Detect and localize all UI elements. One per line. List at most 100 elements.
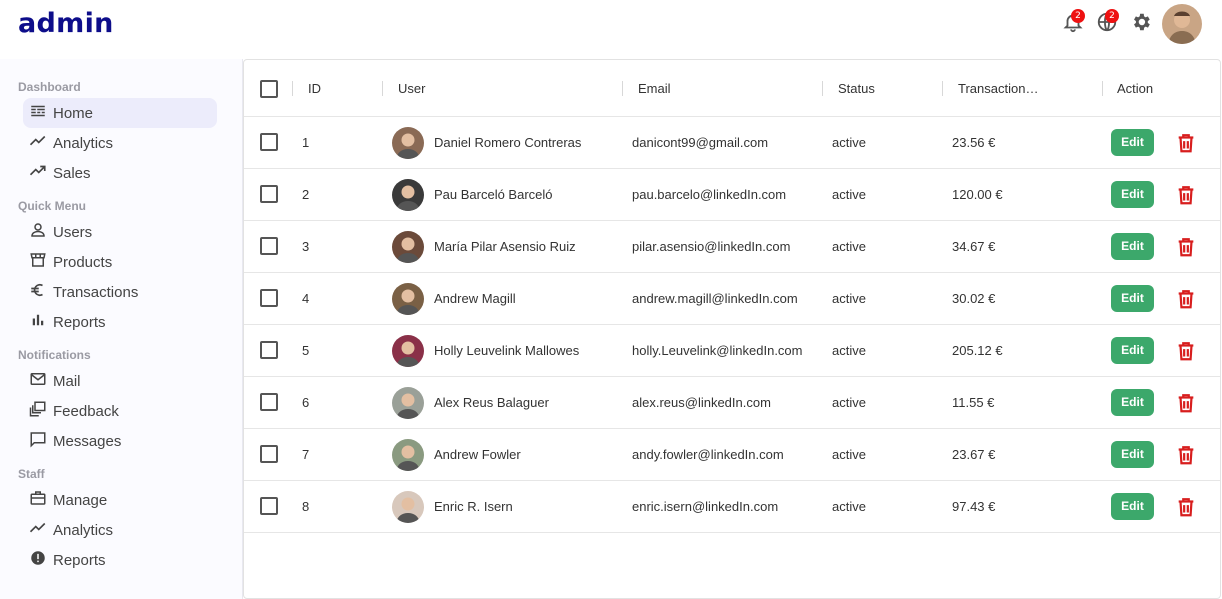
edit-button[interactable]: Edit [1111,129,1154,156]
cell-transaction: 34.67 € [952,239,996,254]
delete-icon[interactable] [1175,184,1197,206]
column-header-action[interactable]: Action [1117,60,1153,117]
sidebar-item-staff-analytics[interactable]: Analytics [23,515,217,545]
row-checkbox[interactable] [260,237,278,255]
user-avatar[interactable] [1162,4,1202,44]
sidebar-section-notifications: Notifications [18,348,91,362]
notifications-button[interactable]: 2 [1056,7,1090,41]
sidebar-item-home[interactable]: Home [23,98,217,128]
sidebar-item-label: Analytics [53,134,114,152]
delete-icon[interactable] [1175,444,1197,466]
sidebar-item-label: Transactions [53,283,139,301]
cell-user: Holly Leuvelink Mallowes [434,343,580,358]
edit-button[interactable]: Edit [1111,389,1154,416]
cell-transaction: 120.00 € [952,187,1003,202]
table-row[interactable]: 5 Holly Leuvelink Mallowes holly.Leuvelink… [244,325,1220,377]
language-button[interactable]: 2 [1090,7,1124,41]
sidebar-section-staff: Staff [18,467,45,481]
column-divider [382,81,383,96]
delete-icon[interactable] [1175,392,1197,414]
gear-icon [1130,11,1152,38]
briefcase-icon [29,489,53,511]
cell-id: 2 [302,187,310,202]
user-avatar [392,439,424,471]
cell-user: Daniel Romero Contreras [434,135,582,150]
sidebar-item-users[interactable]: Users [23,217,217,247]
edit-button[interactable]: Edit [1111,181,1154,208]
sidebar-item-reports[interactable]: Reports [23,307,217,337]
trending-up-icon [29,132,53,154]
sidebar-item-mail[interactable]: Mail [23,366,217,396]
cell-transaction: 30.02 € [952,291,996,306]
sidebar-item-sales[interactable]: Sales [23,158,217,188]
column-header-status[interactable]: Status [838,60,875,117]
edit-button[interactable]: Edit [1111,493,1154,520]
table-row[interactable]: 8 Enric R. Isern enric.isern@linkedIn.com a… [244,481,1220,533]
cell-transaction: 23.67 € [952,447,996,462]
delete-icon[interactable] [1175,340,1197,362]
cell-id: 6 [302,395,310,410]
sidebar-item-label: Reports [53,313,106,331]
sidebar-item-staff-reports[interactable]: Reports [23,545,217,575]
edit-button[interactable]: Edit [1111,233,1154,260]
sidebar-item-messages[interactable]: Messages [23,426,217,456]
delete-icon[interactable] [1175,288,1197,310]
sidebar-item-label: Users [53,223,93,241]
sidebar-item-products[interactable]: Products [23,247,217,277]
row-checkbox[interactable] [260,497,278,515]
sidebar-item-transactions[interactable]: Transactions [23,277,217,307]
edit-button[interactable]: Edit [1111,337,1154,364]
column-header-email[interactable]: Email [638,60,671,117]
edit-button[interactable]: Edit [1111,285,1154,312]
edit-button[interactable]: Edit [1111,441,1154,468]
cell-email: enric.isern@linkedIn.com [632,499,779,514]
sidebar-section-dashboard: Dashboard [18,80,81,94]
alert-icon [29,549,53,571]
table-row[interactable]: 6 Alex Reus Balaguer alex.reus@linkedIn.co… [244,377,1220,429]
cell-id: 1 [302,135,310,150]
column-header-user[interactable]: User [398,60,425,117]
table-row[interactable]: 3 María Pilar Asensio Ruiz pilar.asensio@l… [244,221,1220,273]
delete-icon[interactable] [1175,496,1197,518]
cell-status: active [832,499,866,514]
sidebar-item-manage[interactable]: Manage [23,485,217,515]
users-table: ID User Email Status Transaction… Action… [243,59,1221,599]
sidebar-item-analytics[interactable]: Analytics [23,128,217,158]
storefront-icon [29,251,53,273]
delete-icon[interactable] [1175,236,1197,258]
row-checkbox[interactable] [260,445,278,463]
table-row[interactable]: 7 Andrew Fowler andy.fowler@linkedIn.com ac… [244,429,1220,481]
column-header-transaction[interactable]: Transaction… [958,60,1038,117]
table-header: ID User Email Status Transaction… Action [244,60,1220,117]
cell-email: pau.barcelo@linkedIn.com [632,187,787,202]
table-row[interactable]: 2 Pau Barceló Barceló pau.barcelo@linkedIn… [244,169,1220,221]
cell-status: active [832,343,866,358]
select-all-checkbox[interactable] [260,80,278,98]
cell-user: Andrew Magill [434,291,516,306]
language-badge: 2 [1105,9,1119,23]
app-logo[interactable]: admin [18,8,114,39]
cell-user: Enric R. Isern [434,499,513,514]
table-row[interactable]: 4 Andrew Magill andrew.magill@linkedIn.com… [244,273,1220,325]
sidebar-item-feedback[interactable]: Feedback [23,396,217,426]
euro-icon [29,281,53,303]
column-header-id[interactable]: ID [308,60,321,117]
row-checkbox[interactable] [260,133,278,151]
settings-button[interactable] [1124,7,1158,41]
table-row[interactable]: 1 Daniel Romero Contreras danicont99@gmail… [244,117,1220,169]
sidebar-item-label: Manage [53,491,108,509]
user-avatar [392,491,424,523]
row-checkbox[interactable] [260,341,278,359]
row-checkbox[interactable] [260,289,278,307]
user-avatar [392,335,424,367]
cell-transaction: 11.55 € [952,395,995,410]
user-avatar [392,387,424,419]
feedback-icon [29,400,53,422]
row-checkbox[interactable] [260,393,278,411]
topbar-actions: 2 2 [1056,4,1202,44]
cell-id: 5 [302,343,310,358]
delete-icon[interactable] [1175,132,1197,154]
cell-status: active [832,135,866,150]
row-checkbox[interactable] [260,185,278,203]
sidebar-item-label: Products [53,253,113,271]
